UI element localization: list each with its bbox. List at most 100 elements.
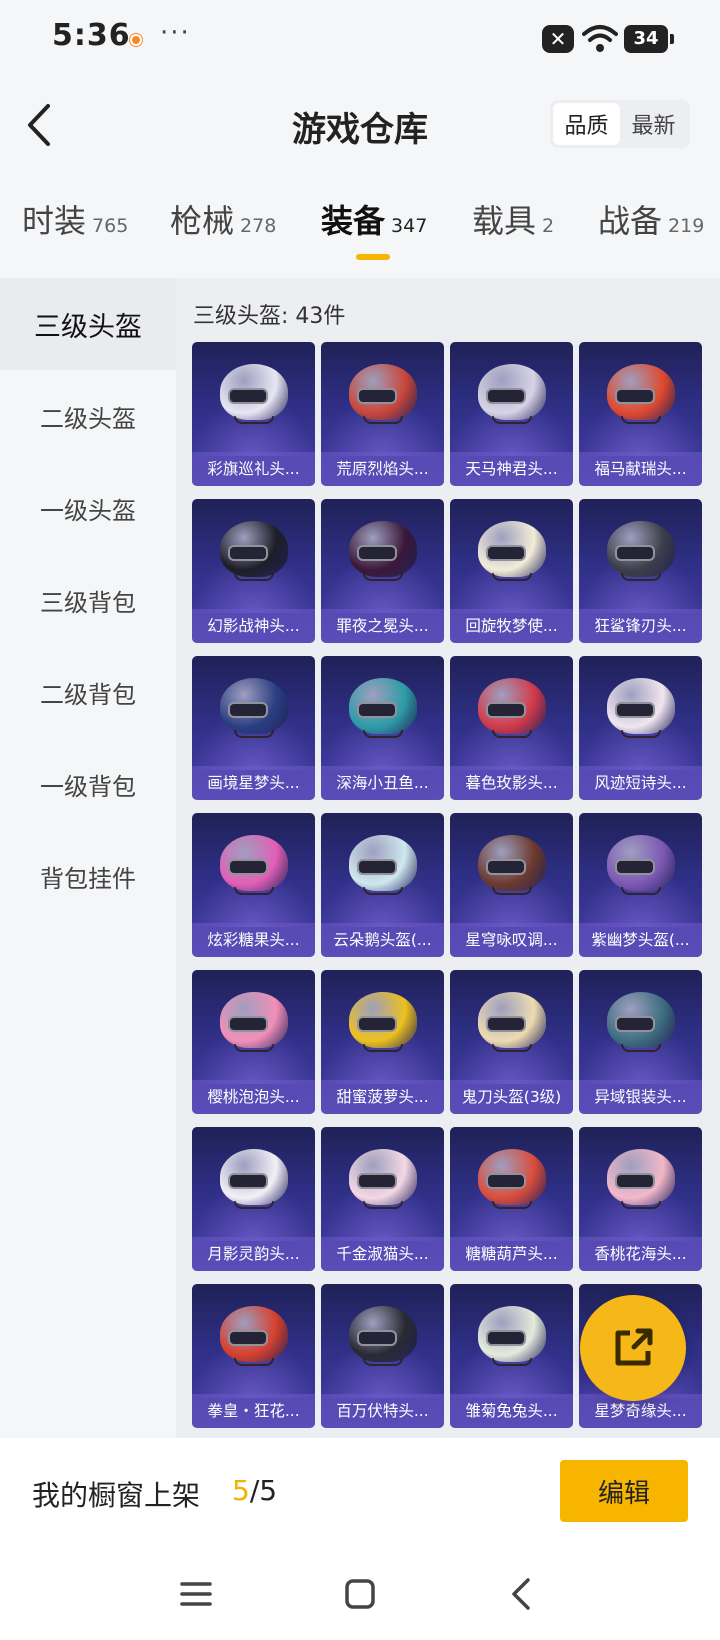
item-card[interactable]: 千金淑猫头...	[321, 1127, 444, 1271]
helmet-icon	[607, 521, 675, 583]
sidebar-item-level2-helmet[interactable]: 二级头盔	[0, 370, 176, 462]
item-card[interactable]: 异域银装头...	[579, 970, 702, 1114]
helmet-icon	[478, 1149, 546, 1211]
tab-count: 347	[391, 215, 428, 237]
helmet-icon	[478, 835, 546, 897]
item-card[interactable]: 甜蜜菠萝头...	[321, 970, 444, 1114]
item-card[interactable]: 回旋牧梦使...	[450, 499, 573, 643]
sort-quality-option[interactable]: 品质	[553, 103, 620, 145]
item-card[interactable]: 彩旗巡礼头...	[192, 342, 315, 486]
item-name: 天马神君头...	[450, 452, 573, 486]
item-name: 云朵鹅头盔(...	[321, 923, 444, 957]
helmet-icon	[607, 678, 675, 740]
item-card[interactable]: 幻影战神头...	[192, 499, 315, 643]
more-notifications-icon: ···	[160, 18, 191, 48]
item-card[interactable]: 暮色玫影头...	[450, 656, 573, 800]
back-nav-icon[interactable]	[502, 1574, 542, 1614]
item-name: 炫彩糖果头...	[192, 923, 315, 957]
sidebar-item-level1-helmet[interactable]: 一级头盔	[0, 462, 176, 554]
item-card[interactable]: 拳皇・狂花...	[192, 1284, 315, 1428]
item-card[interactable]: 深海小丑鱼...	[321, 656, 444, 800]
active-tab-indicator	[356, 254, 390, 260]
status-time: 5:36	[52, 18, 131, 53]
item-name: 紫幽梦头盔(...	[579, 923, 702, 957]
tab-count: 219	[668, 215, 705, 237]
item-card[interactable]: 天马神君头...	[450, 342, 573, 486]
item-card[interactable]: 风迹短诗头...	[579, 656, 702, 800]
item-card[interactable]: 糖糖葫芦头...	[450, 1127, 573, 1271]
item-card[interactable]: 鬼刀头盔(3级)	[450, 970, 573, 1114]
menu-icon[interactable]	[176, 1574, 216, 1614]
item-card[interactable]: 炫彩糖果头...	[192, 813, 315, 957]
helmet-icon	[478, 992, 546, 1054]
showcase-total: /5	[249, 1474, 278, 1507]
no-sim-icon: ✕	[542, 25, 574, 53]
helmet-icon	[607, 835, 675, 897]
helmet-icon	[349, 835, 417, 897]
helmet-icon	[349, 1306, 417, 1368]
tab-label: 时装	[22, 202, 87, 240]
helmet-icon	[220, 835, 288, 897]
helmet-icon	[478, 1306, 546, 1368]
helmet-icon	[607, 364, 675, 426]
item-name: 幻影战神头...	[192, 609, 315, 643]
item-card[interactable]: 星穹咏叹调...	[450, 813, 573, 957]
share-icon	[615, 1328, 653, 1366]
helmet-icon	[349, 1149, 417, 1211]
tab-equipment[interactable]: 装备 347	[321, 196, 427, 242]
item-name: 彩旗巡礼头...	[192, 452, 315, 486]
tab-label: 装备	[321, 202, 386, 240]
item-card[interactable]: 福马献瑞头...	[579, 342, 702, 486]
tab-supplies[interactable]: 战备 219	[598, 196, 704, 242]
helmet-icon	[349, 521, 417, 583]
edit-button[interactable]: 编辑	[560, 1460, 688, 1522]
sidebar-item-level3-helmet[interactable]: 三级头盔	[0, 278, 176, 370]
item-name: 福马献瑞头...	[579, 452, 702, 486]
home-icon[interactable]	[340, 1574, 380, 1614]
showcase-label: 我的橱窗上架	[32, 1479, 201, 1512]
item-card[interactable]: 雏菊兔兔头...	[450, 1284, 573, 1428]
item-name: 糖糖葫芦头...	[450, 1237, 573, 1271]
item-name: 画境星梦头...	[192, 766, 315, 800]
item-name: 回旋牧梦使...	[450, 609, 573, 643]
item-card[interactable]: 香桃花海头...	[579, 1127, 702, 1271]
item-card[interactable]: 画境星梦头...	[192, 656, 315, 800]
tab-label: 战备	[598, 202, 663, 240]
helmet-icon	[220, 521, 288, 583]
tab-firearms[interactable]: 枪械 278	[170, 196, 276, 242]
sidebar-item-level3-backpack[interactable]: 三级背包	[0, 554, 176, 646]
helmet-icon	[349, 678, 417, 740]
showcase-current: 5	[232, 1474, 250, 1507]
status-bar: 5:36 ··· ✕ 34	[0, 0, 720, 80]
helmet-icon	[220, 678, 288, 740]
item-card[interactable]: 云朵鹅头盔(...	[321, 813, 444, 957]
item-card[interactable]: 荒原烈焰头...	[321, 342, 444, 486]
sidebar-item-level1-backpack[interactable]: 一级背包	[0, 738, 176, 830]
helmet-icon	[607, 992, 675, 1054]
sidebar-item-level2-backpack[interactable]: 二级背包	[0, 646, 176, 738]
tab-vehicles[interactable]: 载具 2	[472, 196, 554, 242]
helmet-icon	[478, 364, 546, 426]
subcategory-sidebar: 三级头盔 二级头盔 一级头盔 三级背包 二级背包 一级背包 背包挂件	[0, 278, 176, 1438]
tab-fashion[interactable]: 时装 765	[22, 196, 128, 242]
sort-latest-option[interactable]: 最新	[620, 103, 687, 145]
item-card[interactable]: 罪夜之冕头...	[321, 499, 444, 643]
tab-label: 枪械	[170, 202, 235, 240]
item-card[interactable]: 月影灵韵头...	[192, 1127, 315, 1271]
item-card[interactable]: 百万伏特头...	[321, 1284, 444, 1428]
item-name: 拳皇・狂花...	[192, 1394, 315, 1428]
tab-count: 2	[542, 215, 555, 237]
sidebar-item-backpack-charm[interactable]: 背包挂件	[0, 830, 176, 922]
share-button[interactable]	[580, 1295, 686, 1401]
item-card[interactable]: 狂鲨锋刃头...	[579, 499, 702, 643]
item-card[interactable]: 樱桃泡泡头...	[192, 970, 315, 1114]
item-name: 雏菊兔兔头...	[450, 1394, 573, 1428]
helmet-icon	[349, 364, 417, 426]
item-name: 鬼刀头盔(3级)	[450, 1080, 573, 1114]
showcase-count: 5/5	[232, 1474, 277, 1507]
sort-toggle: 品质 最新	[550, 100, 690, 148]
item-name: 深海小丑鱼...	[321, 766, 444, 800]
category-tabs: 时装 765 枪械 278 装备 347 载具 2 战备 219	[0, 196, 720, 276]
item-name: 荒原烈焰头...	[321, 452, 444, 486]
item-card[interactable]: 紫幽梦头盔(...	[579, 813, 702, 957]
